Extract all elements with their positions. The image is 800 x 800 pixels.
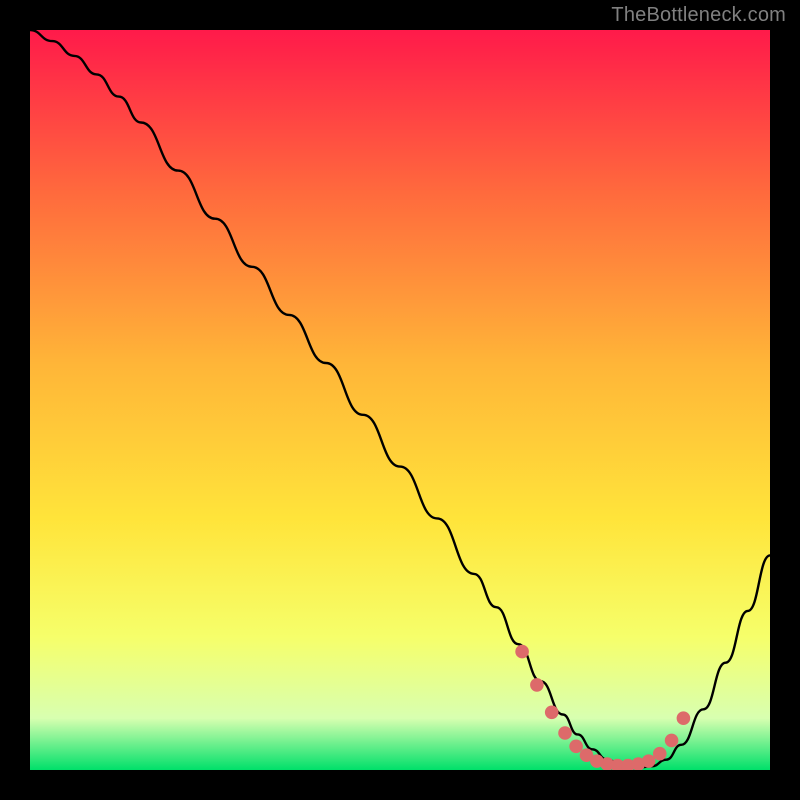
- marker-dot: [665, 734, 679, 748]
- marker-dot: [569, 740, 583, 754]
- chart-stage: TheBottleneck.com: [0, 0, 800, 800]
- marker-dot: [515, 645, 529, 659]
- gradient-background: [30, 30, 770, 770]
- plot-area: [30, 30, 770, 770]
- marker-dot: [653, 747, 667, 761]
- marker-dot: [545, 705, 559, 719]
- watermark-text: TheBottleneck.com: [611, 4, 786, 27]
- marker-dot: [642, 754, 656, 768]
- marker-dot: [677, 711, 691, 725]
- bottleneck-chart: [30, 30, 770, 770]
- marker-dot: [558, 726, 572, 740]
- marker-dot: [530, 678, 544, 692]
